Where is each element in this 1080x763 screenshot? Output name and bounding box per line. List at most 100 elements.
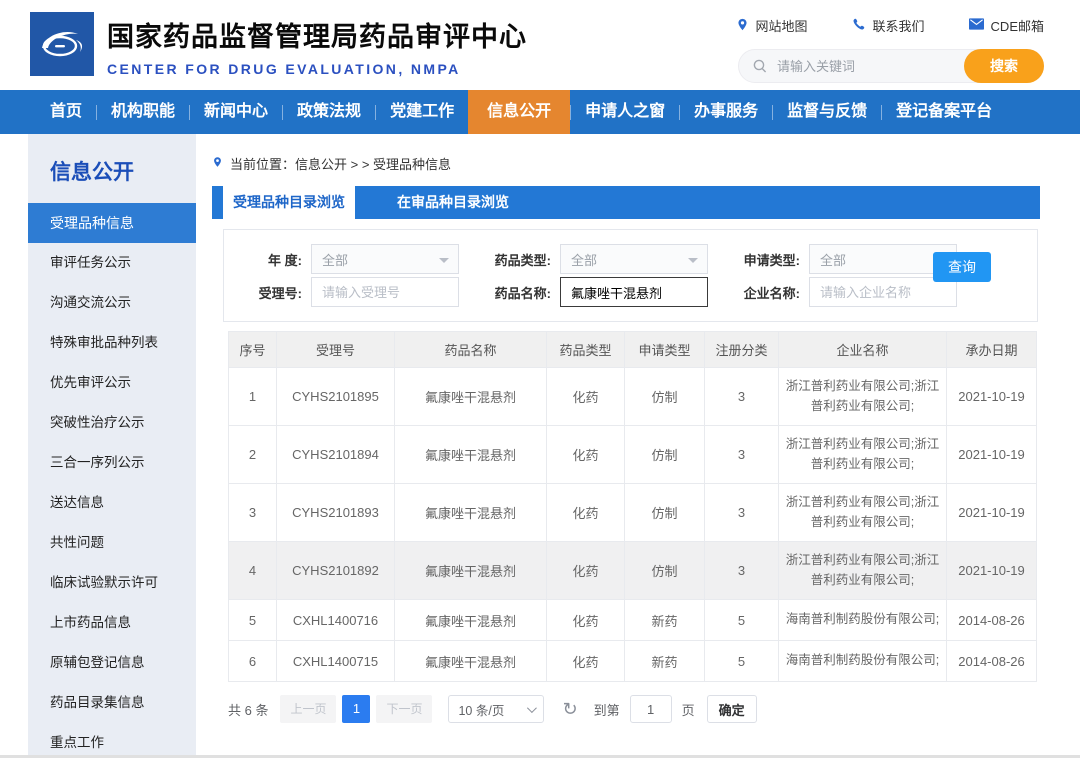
cell-acceptance-no: CXHL1400715 [276,640,395,682]
breadcrumb: 当前位置：信息公开 > > 受理品种信息 [212,154,1040,173]
goto-page-label: 到第 [593,702,620,718]
cell-drug-type: 化药 [546,640,625,682]
table-header-row: 序号 受理号 药品名称 药品类型 申请类型 注册分类 企业名称 承办日期 [228,331,1037,368]
sidebar-item-delivery-info[interactable]: 送达信息 [28,483,196,523]
cde-logo-icon [30,12,94,76]
cde-logo[interactable] [30,12,94,76]
goto-page-input[interactable] [629,695,672,723]
sidebar-item-accepted-products[interactable]: 受理品种信息 [28,203,196,243]
drug-name-input[interactable] [560,277,708,307]
tab-bar: 受理品种目录浏览 在审品种目录浏览 [212,186,1040,219]
nav-item-news[interactable]: 新闻中心 [190,90,282,134]
tab-accepted-catalog[interactable]: 受理品种目录浏览 [223,186,355,219]
filter-drug-name: 药品名称: [479,277,708,307]
table-row[interactable]: 2 CYHS2101894 氟康唑干混悬剂 化药 仿制 3 浙江普利药业有限公司… [228,425,1037,484]
cell-date: 2021-10-19 [946,425,1037,484]
cell-index: 6 [228,640,277,682]
sidebar-item-excipient-registration[interactable]: 原辅包登记信息 [28,643,196,683]
filter-panel: 年 度: 全部 药品类型: 全部 申请类型: 全部 受理号: 请输入受理号 药品… [223,229,1038,322]
nav-item-registration-platform[interactable]: 登记备案平台 [882,90,1006,134]
goto-page-unit: 页 [681,702,695,718]
cell-date: 2021-10-19 [946,367,1037,426]
sidebar-item-priority-review[interactable]: 优先审评公示 [28,363,196,403]
sidebar-item-marketed-drugs[interactable]: 上市药品信息 [28,603,196,643]
cell-drug-type: 化药 [546,367,625,426]
page-number-1[interactable]: 1 [342,695,371,723]
column-header-drug-name: 药品名称 [394,331,547,368]
table-row[interactable]: 3 CYHS2101893 氟康唑干混悬剂 化药 仿制 3 浙江普利药业有限公司… [228,483,1037,542]
column-header-company: 企业名称 [778,331,947,368]
nav-item-info-disclosure[interactable]: 信息公开 [468,90,571,134]
nav-item-services[interactable]: 办事服务 [680,90,772,134]
cell-drug-name: 氟康唑干混悬剂 [394,483,547,542]
cell-reg-class: 3 [704,367,779,426]
nav-item-functions[interactable]: 机构职能 [97,90,189,134]
cell-drug-name: 氟康唑干混悬剂 [394,599,547,641]
filter-apply-type: 申请类型: 全部 [728,244,957,274]
mailbox-link[interactable]: CDE邮箱 [968,16,1044,35]
results-table: 序号 受理号 药品名称 药品类型 申请类型 注册分类 企业名称 承办日期 1 C… [228,331,1037,682]
breadcrumb-text: 当前位置：信息公开 > > 受理品种信息 [230,157,452,172]
table-row[interactable]: 1 CYHS2101895 氟康唑干混悬剂 化药 仿制 3 浙江普利药业有限公司… [228,367,1037,426]
nav-item-party[interactable]: 党建工作 [376,90,468,134]
refresh-icon[interactable]: ↻ [562,700,577,718]
cell-drug-type: 化药 [546,425,625,484]
nav-item-home[interactable]: 首页 [36,90,96,134]
sidebar-item-drug-catalog[interactable]: 药品目录集信息 [28,683,196,723]
cell-company: 浙江普利药业有限公司;浙江普利药业有限公司; [778,541,947,600]
apply-type-select-value: 全部 [820,252,847,268]
cell-date: 2021-10-19 [946,541,1037,600]
sidebar-item-communication[interactable]: 沟通交流公示 [28,283,196,323]
cell-apply-type: 仿制 [624,541,705,600]
nav-item-applicant-window[interactable]: 申请人之窗 [571,90,679,134]
page-size-value: 10 条/页 [458,703,505,718]
table-row[interactable]: 5 CXHL1400716 氟康唑干混悬剂 化药 新药 5 海南普利制药股份有限… [228,599,1037,641]
sidebar: 信息公开 受理品种信息 审评任务公示 沟通交流公示 特殊审批品种列表 优先审评公… [28,134,196,755]
sidebar-item-special-approval[interactable]: 特殊审批品种列表 [28,323,196,363]
year-label: 年 度: [268,252,302,268]
nav-item-policy[interactable]: 政策法规 [283,90,375,134]
cell-index: 4 [228,541,277,600]
table-row[interactable]: 6 CXHL1400715 氟康唑干混悬剂 化药 新药 5 海南普利制药股份有限… [228,640,1037,682]
year-select-value: 全部 [322,252,349,268]
cell-reg-class: 3 [704,425,779,484]
phone-icon [852,17,866,34]
keyword-search-input[interactable] [739,58,964,74]
sidebar-title: 信息公开 [50,161,134,184]
acceptance-no-input[interactable] [311,277,459,307]
column-header-acceptance-no: 受理号 [276,331,395,368]
acceptance-no-label: 受理号: [258,285,302,301]
cell-drug-type: 化药 [546,483,625,542]
contact-link[interactable]: 联系我们 [852,16,925,35]
year-select[interactable]: 全部 [311,244,459,274]
cell-date: 2014-08-26 [946,640,1037,682]
sidebar-item-review-tasks[interactable]: 审评任务公示 [28,243,196,283]
sidebar-item-common-issues[interactable]: 共性问题 [28,523,196,563]
cell-reg-class: 3 [704,483,779,542]
table-row-highlighted[interactable]: 4 CYHS2101892 氟康唑干混悬剂 化药 仿制 3 浙江普利药业有限公司… [228,541,1037,600]
search-icon [752,58,768,79]
tab-under-review-catalog[interactable]: 在审品种目录浏览 [355,186,551,219]
cell-drug-type: 化药 [546,541,625,600]
page-body: 信息公开 受理品种信息 审评任务公示 沟通交流公示 特殊审批品种列表 优先审评公… [0,134,1080,755]
cell-date: 2014-08-26 [946,599,1037,641]
drug-type-select[interactable]: 全部 [560,244,708,274]
sidebar-item-clinical-trial-license[interactable]: 临床试验默示许可 [28,563,196,603]
cell-index: 3 [228,483,277,542]
cell-company: 海南普利制药股份有限公司; [778,640,947,682]
apply-type-label: 申请类型: [743,252,800,268]
next-page-button[interactable]: 下一页 [376,695,433,723]
prev-page-button[interactable]: 上一页 [280,695,337,723]
cell-reg-class: 5 [704,640,779,682]
sitemap-link[interactable]: 网站地图 [736,16,808,35]
cell-apply-type: 新药 [624,640,705,682]
nav-item-supervision[interactable]: 监督与反馈 [773,90,881,134]
goto-confirm-button[interactable]: 确定 [706,695,757,723]
cell-company: 浙江普利药业有限公司;浙江普利药业有限公司; [778,425,947,484]
page-size-select[interactable]: 10 条/页 [448,695,545,723]
main-nav: 首页 机构职能 新闻中心 政策法规 党建工作 信息公开 申请人之窗 办事服务 监… [0,90,1080,134]
search-button[interactable]: 搜索 [964,49,1044,83]
query-button[interactable]: 查询 [933,252,991,282]
sidebar-item-breakthrough-therapy[interactable]: 突破性治疗公示 [28,403,196,443]
sidebar-item-three-in-one[interactable]: 三合一序列公示 [28,443,196,483]
